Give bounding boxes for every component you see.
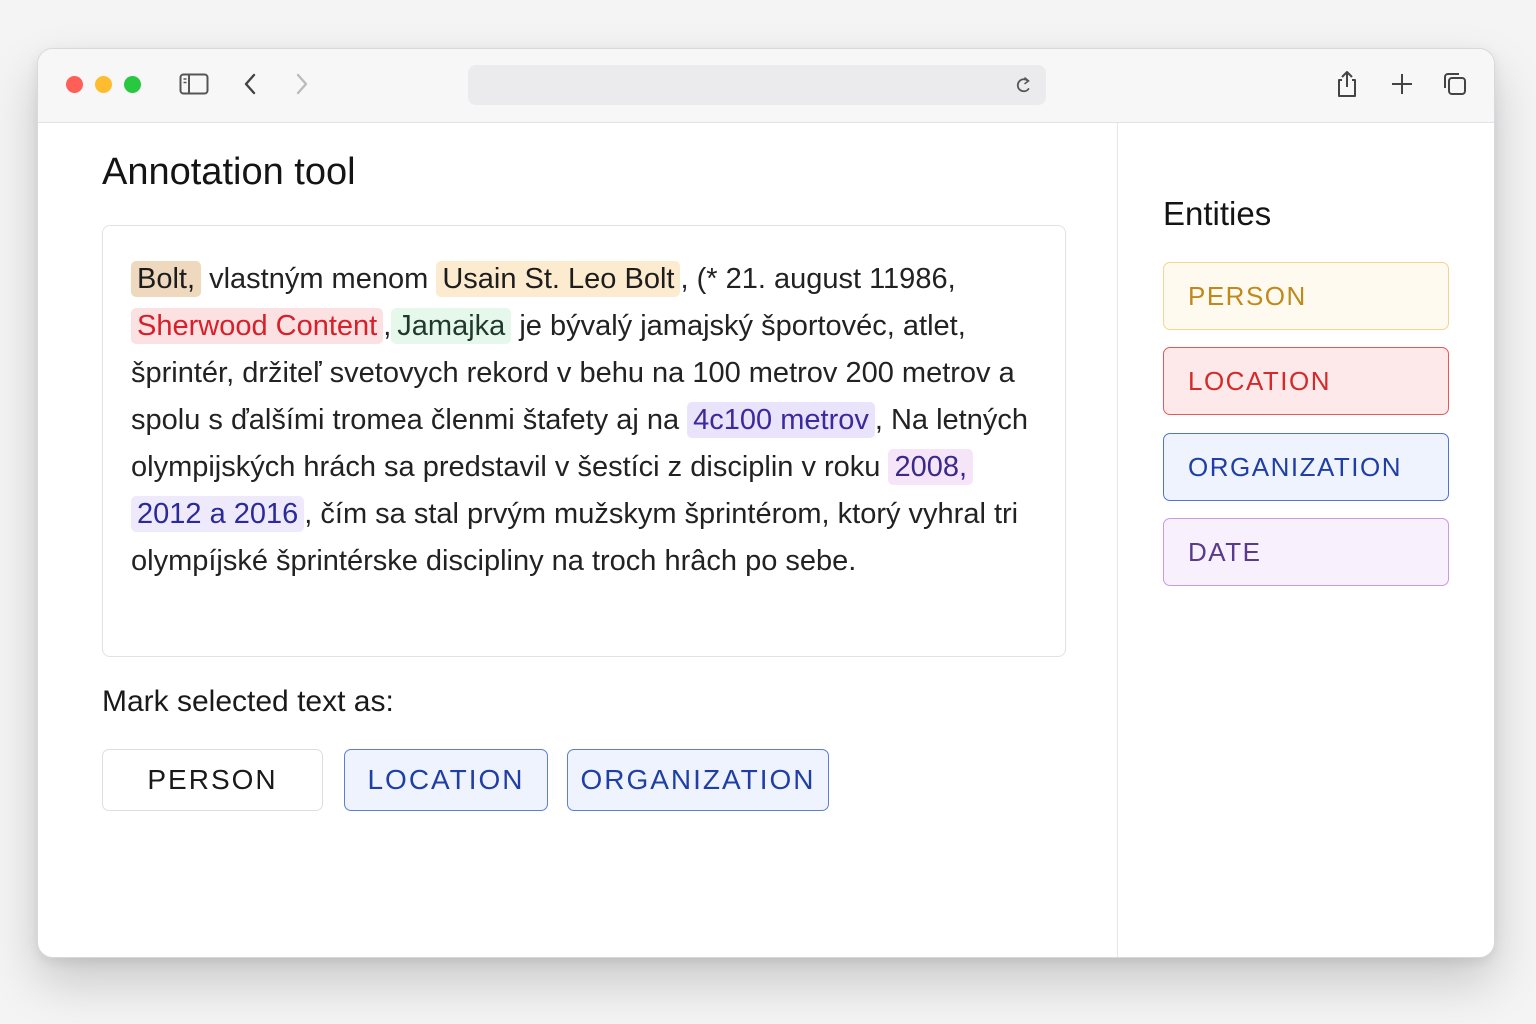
sidebar-toggle-icon[interactable] [178, 69, 210, 99]
address-bar[interactable] [468, 65, 1046, 105]
browser-toolbar [38, 49, 1494, 123]
reload-icon[interactable] [1016, 75, 1032, 100]
mark-person-button[interactable]: PERSON [102, 749, 323, 811]
mark-location-button[interactable]: LOCATION [344, 749, 548, 811]
entity-type-date[interactable]: DATE [1163, 518, 1449, 586]
entity-type-location[interactable]: LOCATION [1163, 347, 1449, 415]
entity-organization[interactable]: 4c100 metrov [687, 402, 875, 438]
entities-sidebar: Entities PERSON LOCATION ORGANIZATION DA… [1117, 123, 1494, 957]
entity-person[interactable]: Usain St. Leo Bolt [436, 261, 681, 297]
tabs-overview-icon[interactable] [1442, 69, 1468, 99]
minimize-window-button[interactable] [95, 76, 112, 93]
entity-location[interactable]: Jamajka [391, 308, 512, 344]
mark-selected-label: Mark selected text as: [102, 685, 394, 718]
page-title: Annotation tool [102, 151, 356, 193]
forward-icon[interactable] [290, 69, 314, 99]
entity-type-organization[interactable]: ORGANIZATION [1163, 433, 1449, 501]
sidebar-title: Entities [1163, 195, 1272, 232]
plain-text: , (* 21. august 11986, [680, 263, 956, 295]
new-tab-icon[interactable] [1389, 69, 1415, 99]
close-window-button[interactable] [66, 76, 83, 93]
browser-window: Annotation tool Bolt, vlastným menom Usa… [37, 48, 1495, 958]
annotation-text-card: Bolt, vlastným menom Usain St. Leo Bolt,… [102, 225, 1066, 657]
entity-person[interactable]: Bolt, [131, 261, 202, 297]
plain-text: vlastným menom [201, 263, 437, 295]
mark-organization-button[interactable]: ORGANIZATION [567, 749, 829, 811]
annotation-text[interactable]: Bolt, vlastným menom Usain St. Leo Bolt,… [131, 256, 1035, 585]
entity-date[interactable]: 2012 a 2016 [131, 496, 305, 532]
entity-location[interactable]: Sherwood Content [131, 308, 384, 344]
zoom-window-button[interactable] [124, 76, 141, 93]
main-content: Annotation tool Bolt, vlastným menom Usa… [38, 123, 1117, 957]
share-icon[interactable] [1334, 69, 1360, 99]
back-icon[interactable] [238, 69, 262, 99]
entity-date[interactable]: 2008, [888, 449, 974, 485]
entity-type-person[interactable]: PERSON [1163, 262, 1449, 330]
